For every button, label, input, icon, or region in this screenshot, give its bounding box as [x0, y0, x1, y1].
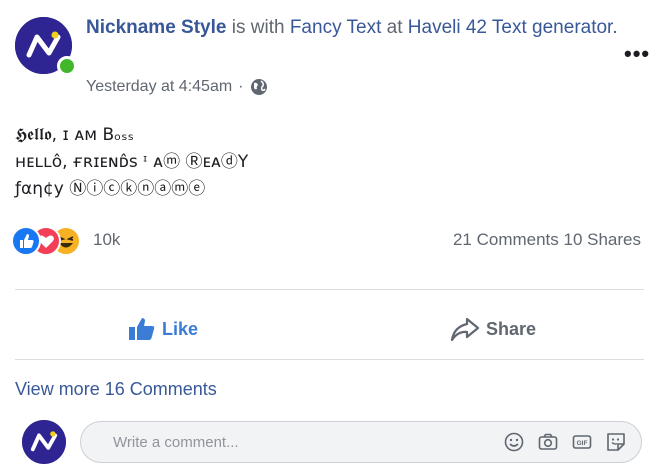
like-reaction-icon	[11, 226, 41, 256]
post-line-2: ʜᴇʟʟᴏ̂, ғʀɪᴇɴᴅ̂ꜱ ᶦ ᴀⓜ ⓇᴇᴀⓓY	[15, 152, 249, 172]
post-line-3: ƒαη¢у Ⓝⓘⓒⓚⓝⓐⓜⓔ	[15, 179, 206, 199]
post-body: 𝕳𝖊𝖑𝖑𝖔, ɪ ᴀᴍ Bₒₛₛ ʜᴇʟʟᴏ̂, ғʀɪᴇɴᴅ̂ꜱ ᶦ ᴀⓜ Ⓡ…	[15, 122, 248, 203]
emoji-icon[interactable]	[503, 431, 525, 453]
at-text: at	[386, 17, 403, 38]
online-status-dot	[57, 56, 77, 76]
place-link[interactable]: Haveli 42 Text generator.	[408, 17, 618, 38]
facebook-post: Nickname Style is with Fancy Text at Hav…	[0, 0, 659, 476]
gif-icon[interactable]: GIF	[571, 431, 593, 453]
timestamp-row: Yesterday at 4:45am ·	[86, 78, 268, 96]
comment-placeholder: Write a comment...	[113, 434, 239, 451]
avatar-logo-icon	[22, 420, 66, 464]
reactions-count[interactable]: 10k	[93, 230, 120, 250]
timestamp[interactable]: Yesterday at 4:45am	[86, 78, 232, 96]
divider	[15, 289, 644, 290]
share-label: Share	[486, 318, 537, 339]
comment-tools: GIF	[503, 431, 627, 453]
share-icon	[450, 317, 480, 342]
with-text: is with	[231, 17, 285, 38]
globe-icon[interactable]	[250, 78, 268, 96]
tagged-user[interactable]: Fancy Text	[290, 17, 382, 38]
author-name[interactable]: Nickname Style	[86, 17, 226, 38]
like-icon	[129, 318, 155, 340]
like-button[interactable]: Like	[128, 316, 198, 342]
divider	[15, 359, 644, 360]
camera-icon[interactable]	[537, 431, 559, 453]
like-label: Like	[162, 318, 199, 339]
post-line-1: 𝕳𝖊𝖑𝖑𝖔, ɪ ᴀᴍ Bₒₛₛ	[15, 125, 134, 145]
separator-dot: ·	[238, 78, 244, 95]
reaction-icons[interactable]	[11, 226, 91, 256]
post-header: Nickname Style is with Fancy Text at Hav…	[86, 12, 626, 43]
commenter-avatar[interactable]	[22, 420, 66, 464]
svg-text:GIF: GIF	[577, 440, 588, 447]
comments-shares-count[interactable]: 21 Comments 10 Shares	[453, 230, 641, 250]
view-more-comments-link[interactable]: View more 16 Comments	[15, 379, 217, 400]
comment-input[interactable]: Write a comment... GIF	[80, 421, 642, 463]
sticker-icon[interactable]	[605, 431, 627, 453]
more-options-icon[interactable]: •••	[624, 41, 650, 67]
share-button[interactable]: Share	[450, 316, 536, 342]
